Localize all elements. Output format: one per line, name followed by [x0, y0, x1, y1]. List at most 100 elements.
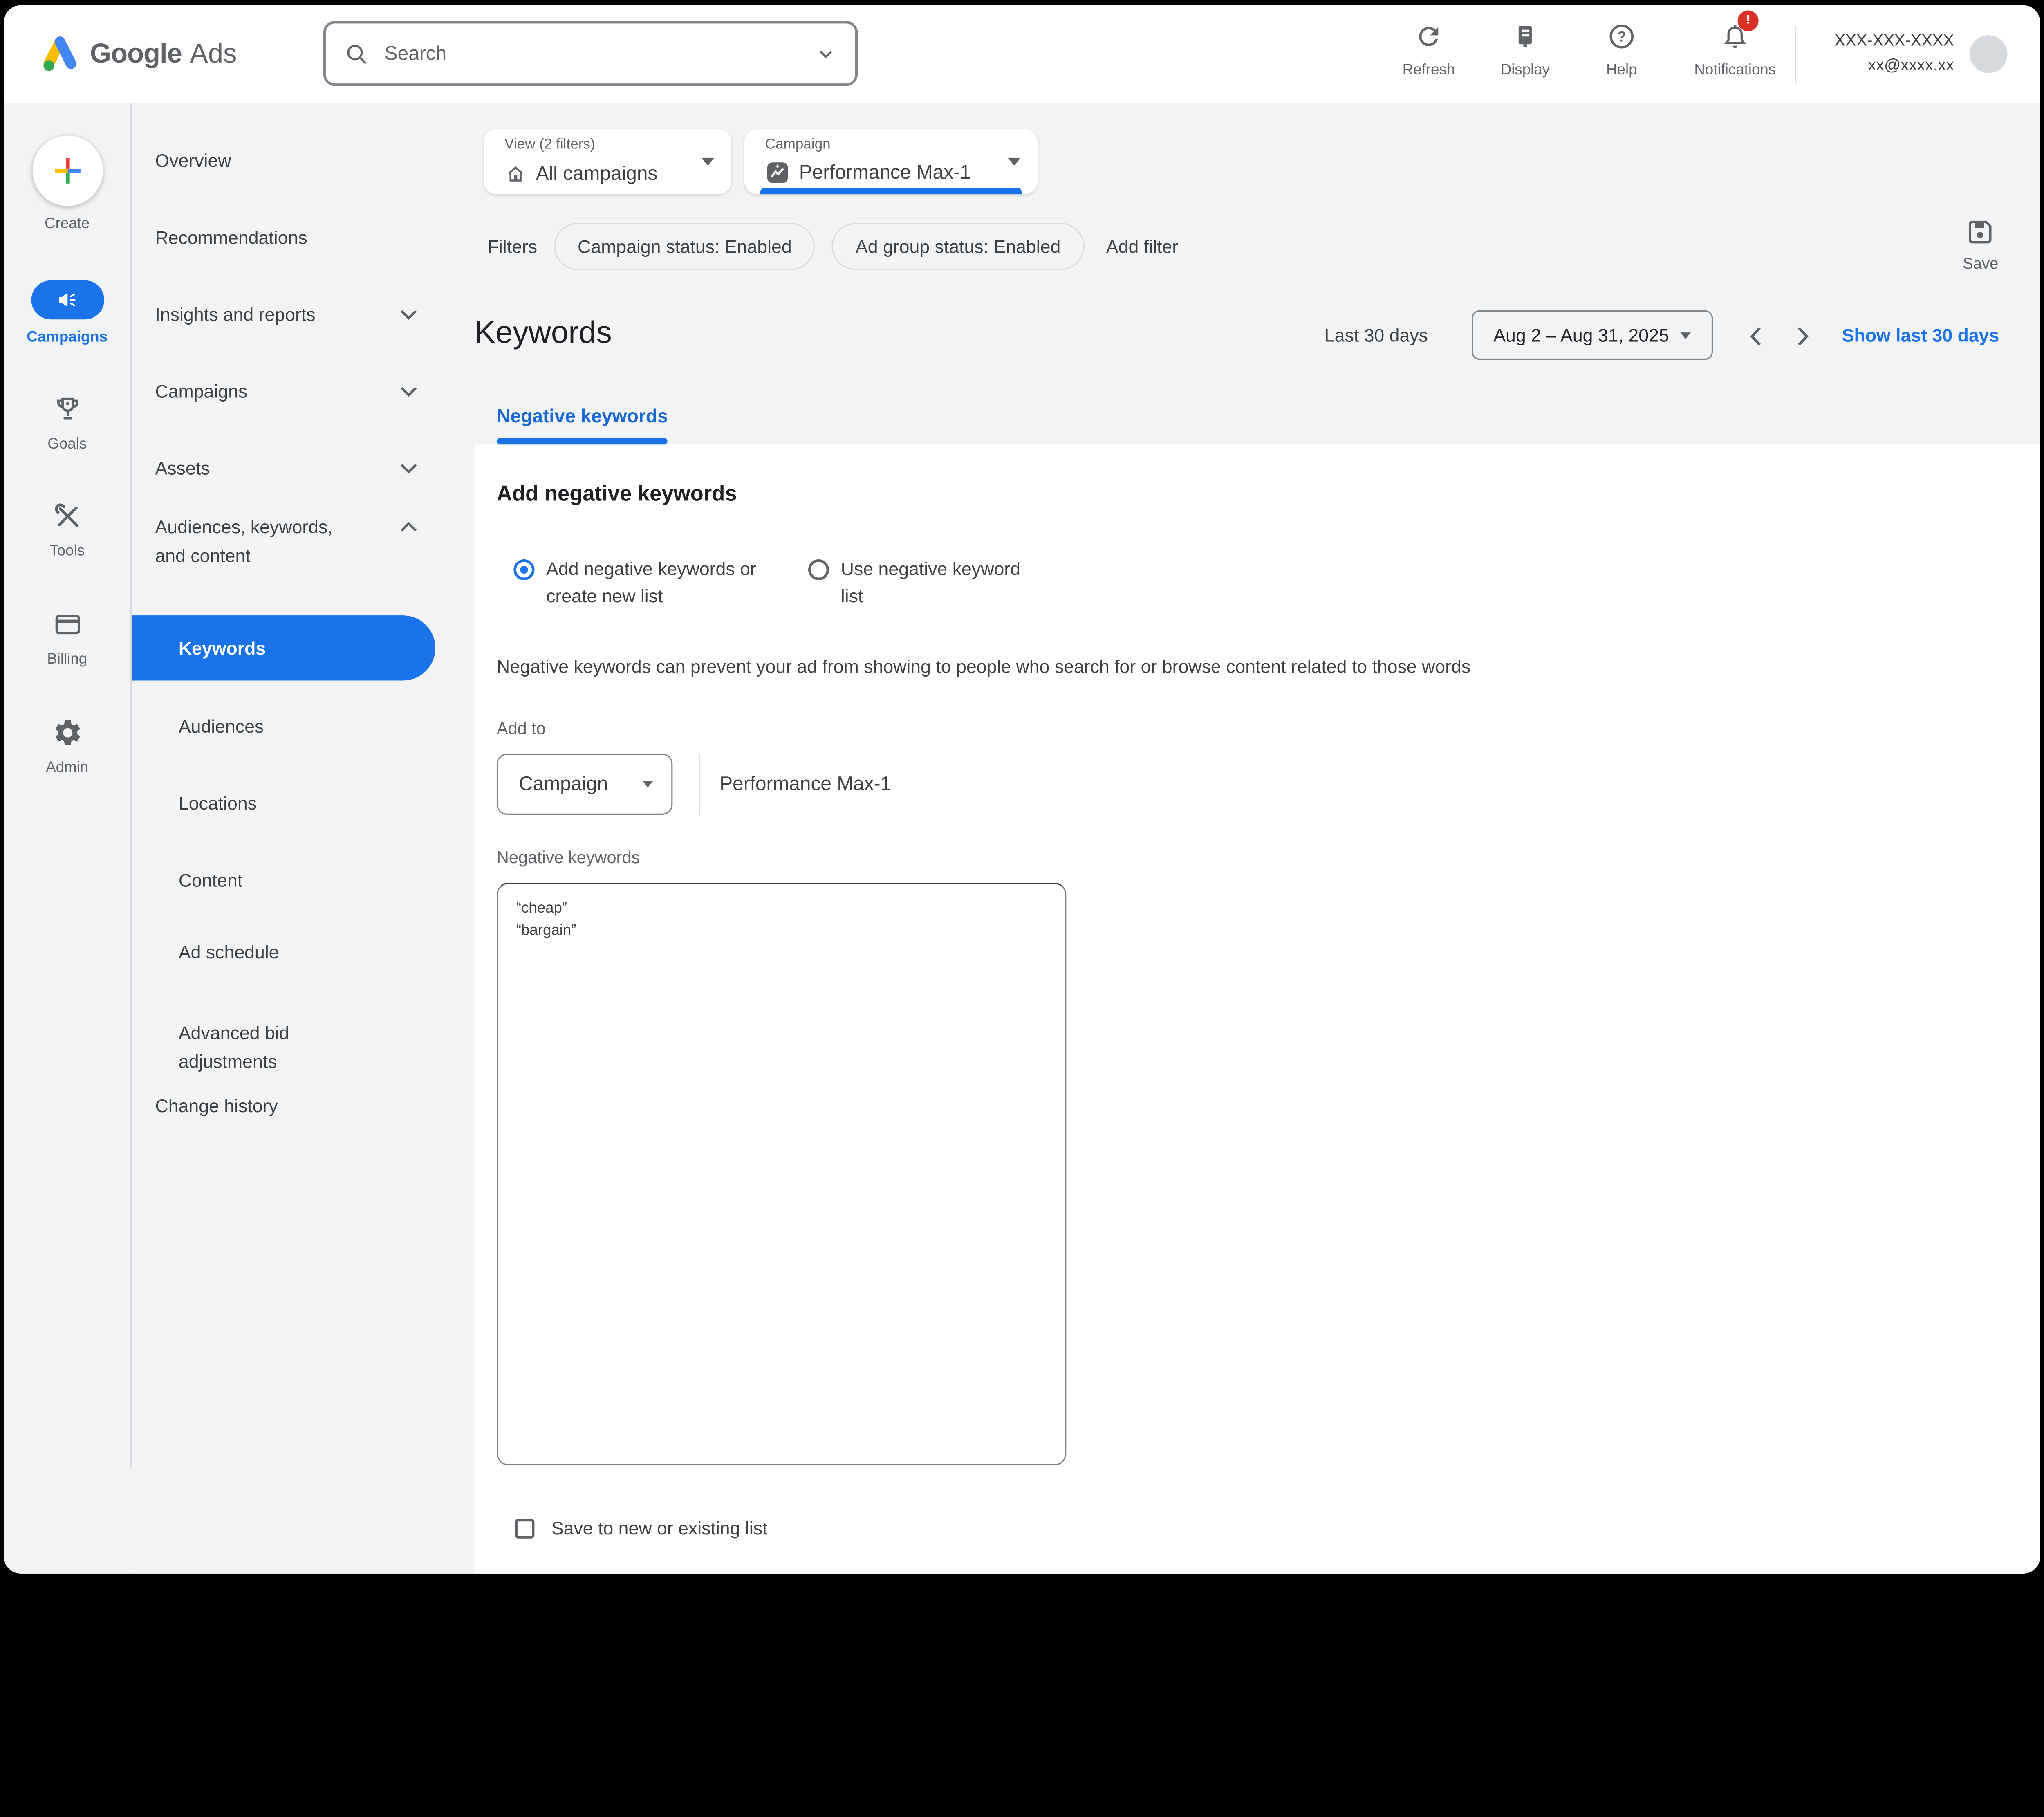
nav-rail: Create Campaigns Goals	[4, 103, 130, 1574]
sidenav-item-change-history[interactable]: Change history	[155, 1091, 278, 1120]
negative-keywords-textarea[interactable]: “cheap” “bargain”	[497, 883, 1066, 1465]
negative-keywords-label: Negative keywords	[497, 848, 640, 867]
chevron-up-icon	[400, 522, 417, 534]
sidenav-item-ad-schedule[interactable]: Ad schedule	[179, 938, 279, 966]
megaphone-icon	[56, 288, 79, 312]
filter-chip-campaign-status[interactable]: Campaign status: Enabled	[554, 223, 815, 270]
sidebar-item-campaigns[interactable]: Campaigns	[4, 280, 130, 345]
campaigns-label: Campaigns	[4, 330, 130, 345]
sidenav-item-audiences-keywords-content[interactable]: Audiences, keywords, and content	[155, 512, 366, 570]
sidenav-item-assets[interactable]: Assets	[155, 454, 210, 482]
view-scope-value: All campaigns	[536, 163, 658, 185]
search-input[interactable]: Search	[323, 21, 858, 86]
show-last-30-days-link[interactable]: Show last 30 days	[1842, 325, 1999, 345]
chevron-down-icon	[400, 463, 417, 475]
sidenav-item-keywords-selected[interactable]: Keywords	[132, 615, 435, 680]
previous-period-button[interactable]	[1739, 319, 1773, 353]
logo-text-google: Google	[90, 38, 182, 70]
search-placeholder: Search	[385, 43, 799, 65]
notifications-button[interactable]: ! Notifications	[1688, 20, 1782, 78]
search-icon	[344, 41, 369, 66]
performance-max-icon	[765, 160, 790, 185]
sidenav-item-recommendations[interactable]: Recommendations	[155, 223, 307, 251]
sidebar-item-billing[interactable]: Billing	[4, 608, 130, 668]
dropdown-arrow-icon	[1681, 332, 1691, 339]
save-to-list-checkbox-row[interactable]: Save to new or existing list	[515, 1518, 768, 1539]
dropdown-arrow-icon	[702, 158, 715, 166]
save-button[interactable]: Save	[1963, 218, 1998, 273]
plus-icon	[50, 154, 84, 188]
help-button[interactable]: ? Help	[1575, 20, 1669, 78]
notifications-label: Notifications	[1688, 63, 1782, 78]
checkbox-label[interactable]: Save to new or existing list	[551, 1518, 768, 1539]
view-scope-label: View (2 filters)	[504, 137, 595, 153]
radio-use-label[interactable]: Use negative keyword list	[841, 555, 1047, 610]
filter-chip-ad-group-status[interactable]: Ad group status: Enabled	[832, 223, 1084, 270]
gear-icon	[52, 717, 83, 749]
save-label: Save	[1963, 254, 1998, 273]
goals-label: Goals	[4, 437, 130, 452]
sidenav-item-advanced-bid-adjustments[interactable]: Advanced bid adjustments	[179, 1018, 351, 1075]
filter-bar: Filters Campaign status: Enabled Ad grou…	[488, 223, 1179, 270]
save-icon	[1966, 218, 1995, 247]
create-label: Create	[4, 216, 130, 232]
level-select-dropdown[interactable]: Campaign	[497, 754, 672, 815]
checkbox-unchecked-icon[interactable]	[515, 1518, 535, 1538]
level-divider	[699, 754, 700, 815]
top-bar: Google Ads Search Refresh Display	[4, 5, 2040, 103]
svg-text:?: ?	[1617, 29, 1626, 45]
account-id: XXX-XXX-XXXX	[1811, 29, 1954, 54]
main-content: View (2 filters) All campaigns Campaign …	[475, 103, 2040, 1574]
chevron-down-icon	[400, 309, 417, 321]
radio-unselected-icon[interactable]	[808, 559, 829, 580]
sidenav-item-overview[interactable]: Overview	[155, 146, 231, 175]
help-label: Help	[1575, 63, 1669, 78]
screen: Google Ads Search Refresh Display	[0, 0, 2044, 1577]
admin-label: Admin	[4, 760, 130, 776]
display-icon	[1511, 22, 1540, 51]
google-ads-logo[interactable]: Google Ads	[40, 5, 237, 103]
page-title: Keywords	[475, 316, 612, 352]
sidebar-item-goals[interactable]: Goals	[4, 393, 130, 453]
account-email: xx@xxxx.xx	[1811, 54, 1954, 79]
view-scope-dropdown[interactable]: View (2 filters) All campaigns	[484, 129, 731, 194]
radio-add-label[interactable]: Add negative keywords or create new list	[546, 555, 770, 610]
create-button[interactable]: Create	[4, 136, 130, 232]
sidenav-item-locations[interactable]: Locations	[179, 789, 257, 817]
sidenav-item-content[interactable]: Content	[179, 866, 242, 894]
radio-selected-icon[interactable]	[513, 559, 534, 580]
refresh-button[interactable]: Refresh	[1382, 20, 1476, 78]
tab-label: Negative keywords	[497, 407, 668, 428]
google-ads-window: Google Ads Search Refresh Display	[4, 5, 2040, 1574]
date-range-picker[interactable]: Aug 2 – Aug 31, 2025	[1472, 310, 1713, 360]
sidebar-item-tools[interactable]: Tools	[4, 499, 130, 559]
sidenav-item-insights-reports[interactable]: Insights and reports	[155, 300, 315, 328]
billing-label: Billing	[4, 652, 130, 667]
side-nav: Overview Recommendations Insights and re…	[132, 103, 475, 1574]
date-preset-label: Last 30 days	[1325, 325, 1428, 345]
add-filter-button[interactable]: Add filter	[1106, 236, 1178, 257]
campaign-scope-value: Performance Max-1	[799, 162, 971, 184]
sidenav-item-audiences[interactable]: Audiences	[179, 712, 264, 740]
radio-use-negative-keyword-list[interactable]: Use negative keyword list	[808, 555, 1047, 610]
tools-label: Tools	[4, 544, 130, 559]
chevron-down-icon[interactable]	[815, 43, 837, 65]
chevron-left-icon	[1749, 326, 1762, 347]
campaign-scope-dropdown[interactable]: Campaign Performance Max-1	[744, 129, 1038, 194]
sidenav-item-campaigns[interactable]: Campaigns	[155, 377, 247, 406]
keywords-selected-label: Keywords	[179, 637, 266, 658]
sidebar-item-admin[interactable]: Admin	[4, 716, 130, 776]
account-info[interactable]: XXX-XXX-XXXX xx@xxxx.xx	[1811, 29, 1954, 78]
dropdown-arrow-icon	[643, 781, 653, 787]
refresh-icon	[1414, 22, 1443, 51]
radio-add-negative-keywords[interactable]: Add negative keywords or create new list	[513, 555, 770, 610]
display-button[interactable]: Display	[1478, 20, 1572, 78]
notification-badge: !	[1738, 11, 1759, 31]
next-period-button[interactable]	[1786, 319, 1820, 353]
selected-campaign-name: Performance Max-1	[719, 754, 891, 815]
logo-text-ads: Ads	[190, 38, 237, 70]
google-ads-triangle-icon	[40, 35, 80, 74]
display-label: Display	[1478, 63, 1572, 78]
tab-negative-keywords[interactable]: Negative keywords	[497, 406, 668, 444]
avatar[interactable]	[1970, 35, 2007, 73]
